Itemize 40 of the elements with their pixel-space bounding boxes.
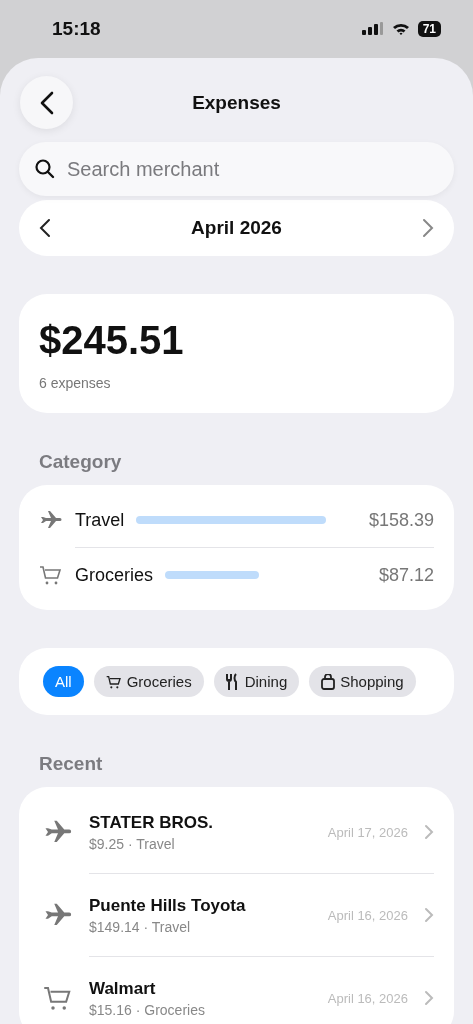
expense-date: April 17, 2026 [327,824,408,840]
cart-icon [39,563,63,587]
search-field[interactable]: Search merchant [19,142,454,196]
signal-icon [361,22,384,36]
back-icon [39,90,54,115]
chevron-icon[interactable] [424,907,434,923]
expense-detail: $9.25 · Travel [89,835,176,852]
category-name: Groceries [75,564,154,586]
expense-date: April 16, 2026 [327,907,408,923]
category-name: Travel [75,509,125,531]
previous-month-button[interactable] [39,218,51,238]
back-button[interactable] [20,76,73,129]
expense-detail: $149.14 · Travel [89,918,192,935]
filter-chip[interactable]: Dining [213,666,300,697]
filter-chip[interactable]: Shopping [309,666,416,697]
page-title: Expenses [192,92,281,114]
battery-level: 71 [417,21,441,37]
status-time: 15:18 [52,18,101,40]
next-month-button[interactable] [422,218,434,238]
category-amount: $158.39 [368,509,434,531]
section-heading: Category [39,451,123,473]
total-amount: $245.51 [39,318,185,363]
chevron-icon[interactable] [424,990,434,1006]
category-amount: $87.12 [378,564,434,586]
wifi-icon [391,22,410,36]
filter-chip[interactable]: Groceries [93,666,204,697]
expense-count: 6 expenses [39,375,112,391]
merchant-name: Walmart [89,978,157,999]
chevron-icon[interactable] [424,824,434,840]
bag-icon [321,673,336,690]
section-heading: Recent [39,753,104,775]
expense-date: April 16, 2026 [327,990,408,1006]
month-label: April 2026 [191,217,282,239]
filter-chip[interactable]: All [43,666,84,697]
cart-icon [105,673,122,690]
search-icon [35,159,55,179]
merchant-name: STATER BROS. [89,812,215,833]
merchant-name: Puente Hills Toyota [89,895,247,916]
expense-detail: $15.16 · Groceries [89,1001,206,1018]
fork-knife-icon [225,672,240,691]
